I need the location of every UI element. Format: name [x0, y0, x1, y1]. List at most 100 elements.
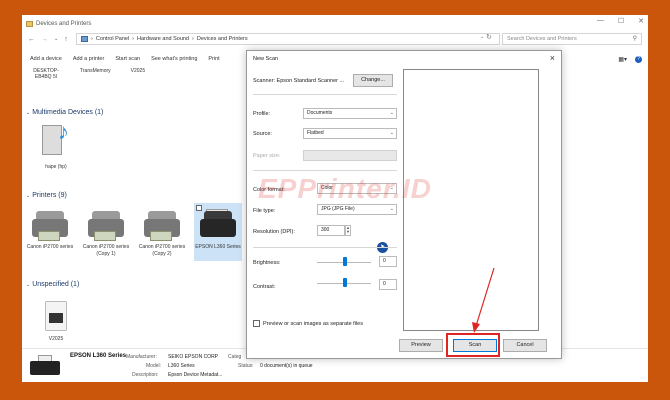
chevron-down-icon: ⌄ — [389, 110, 394, 116]
breadcrumb-sep-icon: › — [192, 36, 194, 42]
device-list: DESKTOP-EB4BQ 5I TransMemory V2025 ⌄ Mult… — [22, 65, 244, 348]
watermark: EPPrinter.ID — [258, 173, 432, 204]
recent-chevron-icon[interactable]: ⌄ — [54, 36, 58, 42]
chevron-down-icon: ⌄ — [389, 206, 394, 212]
details-model: L360 Series — [168, 363, 195, 369]
device-label: Canon iP2700 series — [26, 244, 74, 250]
help-icon[interactable]: ? — [635, 55, 642, 63]
file-type-select[interactable]: JPG (JPG File) ⌄ — [317, 204, 397, 215]
forward-arrow-icon[interactable]: → — [41, 36, 48, 43]
address-bar: ← → ⌄ ↑ › Control Panel › Hardware and S… — [22, 32, 648, 46]
breadcrumb-devices-and-printers[interactable]: Devices and Printers — [197, 36, 248, 42]
chevron-down-icon: ⌄ — [26, 282, 31, 288]
chevron-down-icon: ⌄ — [26, 110, 31, 116]
divider — [253, 170, 397, 171]
device-label: Canon iP2700 series (Copy 1) — [82, 244, 130, 257]
back-arrow-icon[interactable]: ← — [28, 36, 35, 43]
search-placeholder: Search Devices and Printers — [507, 36, 577, 42]
up-arrow-icon[interactable]: ↑ — [64, 36, 68, 43]
window-controls: — ☐ ✕ — [597, 17, 644, 25]
section-multimedia-label: Multimedia Devices (1) — [32, 109, 104, 116]
section-multimedia-header[interactable]: ⌄ Multimedia Devices (1) — [26, 109, 103, 116]
breadcrumb-sep-icon: › — [132, 36, 135, 42]
details-manufacturer-label: Manufacturer: — [126, 354, 157, 360]
separate-files-label: Preview or scan images as separate files — [263, 321, 363, 327]
maximize-button[interactable]: ☐ — [618, 17, 624, 25]
change-scanner-button[interactable]: Change... — [353, 74, 393, 87]
folder-icon — [26, 20, 33, 27]
address-dropdown-icon[interactable]: ⌄ — [480, 34, 484, 40]
printer-epson-l360[interactable]: EPSON L360 Series — [194, 203, 242, 261]
device-transmemory[interactable]: TransMemory — [80, 68, 111, 80]
printer-icon — [198, 207, 238, 241]
device-label: Canon iP2700 series (Copy 2) — [138, 244, 186, 257]
file-type-value: JPG (JPG File) — [321, 206, 355, 212]
section-unspecified-header[interactable]: ⌄ Unspecified (1) — [26, 281, 79, 288]
preview-button[interactable]: Preview — [399, 339, 443, 352]
device-label: V2025 — [48, 336, 64, 342]
add-device-button[interactable]: Add a device — [30, 56, 62, 62]
device-v2025[interactable]: V2025 — [32, 299, 80, 343]
view-options-icon[interactable]: ▦▾ — [618, 56, 627, 63]
device-desktop[interactable]: DESKTOP-EB4BQ 5I — [32, 68, 60, 80]
chevron-down-icon: ⌄ — [389, 130, 394, 136]
divider — [253, 94, 397, 95]
breadcrumb-hardware-and-sound[interactable]: Hardware and Sound — [137, 36, 189, 42]
breadcrumb-sep-icon: › — [91, 36, 93, 42]
brightness-input[interactable]: 0 — [379, 256, 397, 267]
section-printers-header[interactable]: ⌄ Printers (9) — [26, 192, 67, 199]
breadcrumb[interactable]: › Control Panel › Hardware and Sound › D… — [76, 33, 500, 45]
see-whats-printing-button[interactable]: See what's printing — [151, 56, 197, 62]
resolution-label: Resolution (DPI): — [253, 229, 295, 235]
details-description-label: Description: — [132, 372, 159, 378]
contrast-input[interactable]: 0 — [379, 279, 397, 290]
device-v2025-top[interactable]: V2025 — [131, 68, 145, 80]
details-device-name: EPSON L360 Series — [70, 353, 127, 359]
resolution-spinner[interactable]: ▲ ▼ — [345, 225, 351, 236]
printer-canon-ip2700[interactable]: Canon iP2700 series — [26, 207, 74, 251]
dialog-title: New Scan — [253, 56, 279, 62]
paper-size-select — [303, 150, 397, 161]
profile-value: Documents — [307, 110, 333, 116]
source-select[interactable]: Flatbed ⌄ — [303, 128, 397, 139]
contrast-label: Contrast: — [253, 284, 276, 290]
details-category-label: Categ — [228, 354, 242, 360]
printer-canon-ip2700-copy1[interactable]: Canon iP2700 series (Copy 1) — [82, 207, 130, 257]
brightness-label: Brightness: — [253, 260, 281, 266]
close-icon[interactable]: × — [550, 53, 555, 63]
external-device-icon — [43, 299, 69, 333]
printer-icon — [30, 355, 60, 377]
section-unspecified-label: Unspecified (1) — [32, 281, 80, 288]
search-input[interactable]: Search Devices and Printers ⚲ — [502, 33, 642, 45]
breadcrumb-control-panel[interactable]: Control Panel — [96, 36, 129, 42]
printer-icon — [86, 207, 126, 241]
add-printer-button[interactable]: Add a printer — [73, 56, 105, 62]
top-device-row: DESKTOP-EB4BQ 5I TransMemory V2025 — [32, 68, 145, 80]
profile-select[interactable]: Documents ⌄ — [303, 108, 397, 119]
control-panel-icon — [81, 36, 88, 42]
details-status-label: Status: — [238, 363, 254, 369]
refresh-icon[interactable]: ↻ — [486, 33, 492, 41]
device-hape[interactable]: ♪ hape (hp) — [32, 121, 80, 171]
device-label: EPSON L360 Series — [195, 244, 241, 250]
paper-size-label: Paper size: — [253, 153, 281, 159]
minimize-button[interactable]: — — [597, 17, 604, 25]
separate-files-checkbox[interactable] — [253, 320, 260, 327]
printer-icon — [30, 207, 70, 241]
search-icon: ⚲ — [632, 36, 637, 42]
contrast-slider-thumb[interactable] — [343, 278, 347, 287]
print-button[interactable]: Print — [208, 56, 219, 62]
file-type-label: File type: — [253, 208, 276, 214]
details-model-label: Model: — [146, 363, 162, 369]
divider — [253, 247, 397, 248]
window-title: Devices and Printers — [36, 20, 92, 27]
printer-canon-ip2700-copy2[interactable]: Canon iP2700 series (Copy 2) — [138, 207, 186, 257]
brightness-slider-thumb[interactable] — [343, 257, 347, 266]
title-bar: Devices and Printers — ☐ ✕ — [22, 15, 648, 32]
cancel-button[interactable]: Cancel — [503, 339, 547, 352]
close-window-button[interactable]: ✕ — [638, 17, 644, 25]
start-scan-button[interactable]: Start scan — [115, 56, 140, 62]
profile-label: Profile: — [253, 111, 271, 117]
resolution-input[interactable]: 300 — [317, 225, 345, 236]
details-description: Epson Device Metadat... — [168, 372, 223, 378]
